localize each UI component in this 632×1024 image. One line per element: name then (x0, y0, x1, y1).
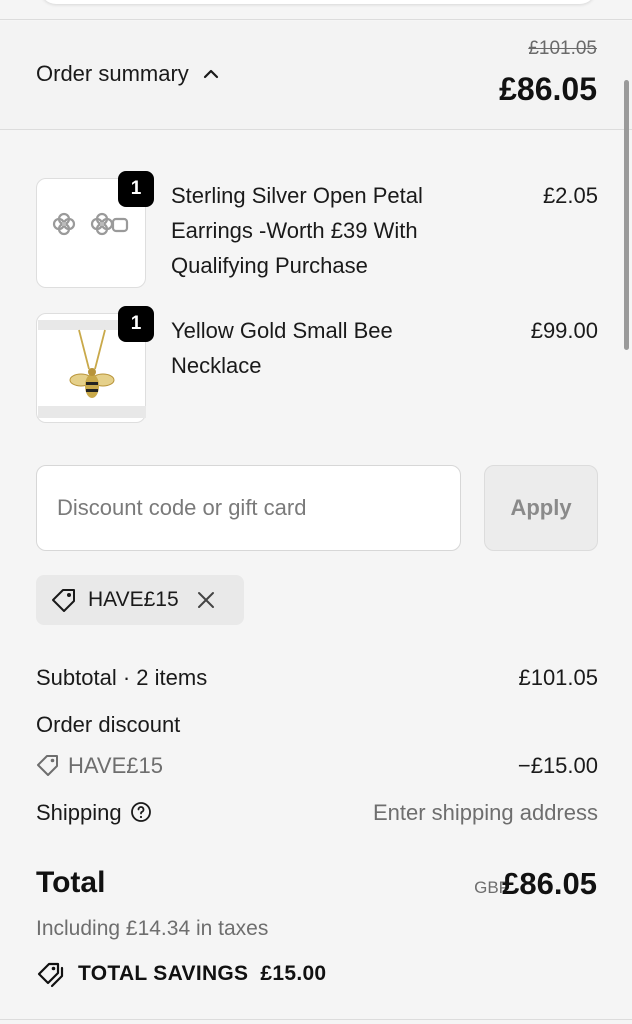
item-price: £99.00 (530, 318, 598, 343)
discount-code-row: HAVE£15 −£15.00 (36, 753, 598, 779)
item-title: Sterling Silver Open Petal Earrings -Wor… (171, 183, 423, 278)
order-summary-header: Order summary £101.05 £86.05 (0, 21, 632, 130)
order-discount-row: Order discount (36, 712, 598, 738)
shipping-value: Enter shipping address (372, 800, 598, 825)
quantity-badge: 1 (118, 171, 154, 207)
divider (0, 1019, 632, 1020)
help-icon[interactable] (130, 801, 152, 823)
tags-icon (37, 962, 64, 988)
applied-discount-chip: HAVE£15 (36, 575, 244, 625)
header-total: £86.05 (499, 71, 597, 107)
item-title: Yellow Gold Small Bee Necklace (171, 318, 393, 378)
top-strip (0, 0, 632, 20)
apply-button[interactable]: Apply (484, 465, 598, 551)
taxes-note: Including £14.34 in taxes (36, 917, 269, 940)
tag-icon (37, 755, 58, 776)
product-image: 1 (36, 171, 154, 288)
chevron-up-icon (203, 69, 218, 79)
top-pill (40, 0, 596, 4)
line-item: 1 Yellow Gold Small Bee Necklace £99.00 (36, 306, 598, 425)
discount-value: −£15.00 (517, 753, 598, 778)
discount-code-input[interactable] (36, 465, 461, 551)
tag-icon (52, 589, 75, 612)
total-label: Total (36, 866, 106, 899)
product-image: 1 (36, 306, 154, 423)
total-savings: TOTAL SAVINGS £15.00 (36, 959, 326, 989)
shipping-row: Shipping Enter shipping address (36, 800, 598, 826)
shipping-label: Shipping (36, 800, 122, 825)
original-total: £101.05 (528, 38, 597, 59)
applied-code: HAVE£15 (88, 588, 179, 611)
order-summary-toggle[interactable]: Order summary (36, 61, 219, 87)
item-price: £2.05 (542, 183, 598, 208)
savings-label: TOTAL SAVINGS (78, 962, 249, 985)
subtotal-label: Subtotal · 2 items (36, 665, 208, 690)
order-summary-label: Order summary (36, 61, 189, 86)
line-item: 1 Sterling Silver Open Petal Earrings -W… (36, 171, 598, 290)
subtotal-value: £101.05 (518, 665, 598, 690)
savings-value: £15.00 (260, 962, 327, 985)
discount-code-label: HAVE£15 (68, 753, 163, 778)
order-discount-label: Order discount (36, 712, 181, 737)
remove-discount-icon[interactable] (195, 589, 217, 611)
total-value: £86.05 (502, 866, 597, 901)
subtotal-row: Subtotal · 2 items £101.05 (36, 665, 598, 691)
quantity-badge: 1 (118, 306, 154, 342)
scrollbar[interactable] (624, 80, 629, 350)
